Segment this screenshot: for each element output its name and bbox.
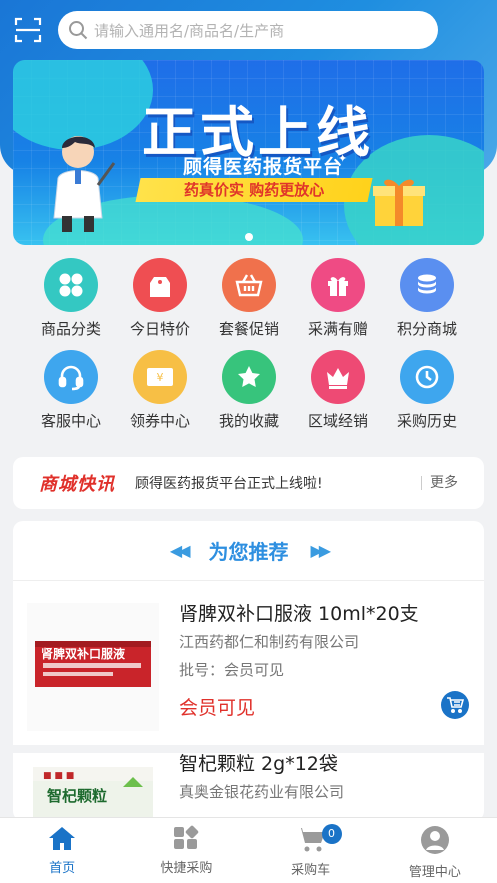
nav-item-package-promo[interactable]: 套餐促销 — [204, 258, 294, 339]
clock-icon — [400, 350, 454, 404]
recommend-section: ◀◀ 为您推荐 ▶▶ 肾脾双补口服液 肾脾双补口服液 10ml*20支 江西药都… — [13, 521, 484, 821]
recommend-title: 为您推荐 — [208, 540, 289, 564]
basket-icon — [222, 258, 276, 312]
nav-label: 积分商城 — [396, 320, 457, 338]
banner-slogan: 药真价实 购药更放心 — [135, 178, 373, 202]
product-name[interactable]: 智杞颗粒 2g*12袋 — [179, 749, 338, 776]
nav-item-points-mall[interactable]: 积分商城 — [382, 258, 472, 339]
svg-text:■ ■ ■: ■ ■ ■ — [43, 771, 74, 781]
svg-text:肾脾双补口服液: 肾脾双补口服液 — [41, 646, 125, 661]
news-ticker[interactable]: 商城快讯 顾得医药报货平台正式上线啦! 更多 — [13, 457, 484, 509]
star-icon — [222, 350, 276, 404]
tab-home[interactable]: 首页 — [0, 818, 124, 883]
nav-label: 客服中心 — [40, 412, 101, 430]
gift-box-illustration — [373, 179, 425, 226]
nav-item-regional-dealer[interactable]: 区域经销 — [293, 350, 383, 431]
tab-quick-purchase[interactable]: 快捷采购 — [124, 818, 248, 883]
product-company: 真奥金银花药业有限公司 — [179, 783, 345, 801]
nav-item-purchase-history[interactable]: 采购历史 — [382, 350, 472, 431]
nav-label: 我的收藏 — [218, 412, 279, 430]
product-price: 会员可见 — [179, 697, 256, 719]
top-header: 请输入通用名/商品名/生产商 — [0, 0, 497, 60]
sparkle-icon: ✦ — [353, 142, 369, 163]
tab-cart[interactable]: 0 采购车 — [249, 818, 373, 883]
search-icon — [69, 21, 88, 40]
coins-icon — [400, 258, 454, 312]
product-image: 肾脾双补口服液 — [27, 603, 159, 731]
product-card[interactable]: ■ ■ ■ 智杞颗粒 智杞颗粒 2g*12袋 真奥金银花药业有限公司 — [13, 753, 484, 821]
coupon-icon: ¥ — [133, 350, 187, 404]
product-company: 江西药都仁和制药有限公司 — [179, 633, 360, 651]
cart-icon — [447, 697, 464, 713]
bottom-tab-bar: 首页 快捷采购 0 采购车 管理中心 — [0, 817, 497, 883]
news-brand-logo: 商城快讯 — [39, 474, 115, 495]
svg-text:智杞颗粒: 智杞颗粒 — [47, 787, 107, 805]
nav-item-my-favorites[interactable]: 我的收藏 — [204, 350, 294, 431]
doctor-illustration — [53, 136, 116, 232]
quick-purchase-icon — [174, 825, 199, 849]
nav-label: 采购历史 — [396, 412, 457, 430]
carousel-dot[interactable] — [244, 233, 253, 241]
double-right-arrow-icon: ▶▶ — [310, 541, 332, 560]
headset-icon — [44, 350, 98, 404]
search-placeholder: 请输入通用名/商品名/生产商 — [94, 21, 285, 40]
svg-text:¥: ¥ — [157, 371, 164, 384]
news-headline[interactable]: 顾得医药报货平台正式上线啦! — [135, 473, 421, 493]
grid-icon — [44, 258, 98, 312]
nav-item-customer-service[interactable]: 客服中心 — [26, 350, 116, 431]
search-input[interactable]: 请输入通用名/商品名/生产商 — [58, 11, 438, 49]
home-icon — [49, 827, 76, 850]
nav-label: 今日特价 — [129, 320, 190, 338]
nav-item-coupon-center[interactable]: ¥ 领券中心 — [115, 350, 205, 431]
add-to-cart-button[interactable] — [441, 691, 469, 719]
crown-icon — [311, 350, 365, 404]
product-name[interactable]: 肾脾双补口服液 10ml*20支 — [179, 599, 419, 626]
nav-item-category[interactable]: 商品分类 — [26, 258, 116, 339]
nav-item-daily-special[interactable]: 今日特价 — [115, 258, 205, 339]
user-icon — [420, 826, 449, 854]
nav-label: 区域经销 — [307, 412, 368, 430]
nav-label: 商品分类 — [40, 320, 101, 338]
tab-management-center[interactable]: 管理中心 — [373, 818, 497, 883]
carousel-dots — [13, 233, 484, 241]
gift-icon — [311, 258, 365, 312]
product-image: ■ ■ ■ 智杞颗粒 — [33, 767, 153, 821]
nav-label: 套餐促销 — [218, 320, 279, 338]
tab-label: 首页 — [49, 861, 76, 876]
tab-label: 快捷采购 — [160, 861, 213, 876]
promo-banner[interactable]: 正式上线 顾得医药报货平台 药真价实 购药更放心 ✦ ✦ — [13, 60, 484, 245]
product-card[interactable]: 肾脾双补口服液 肾脾双补口服液 10ml*20支 江西药都仁和制药有限公司 批号… — [13, 581, 484, 753]
tab-label: 采购车 — [291, 863, 331, 878]
tab-label: 管理中心 — [408, 865, 461, 880]
news-more-link[interactable]: 更多 — [421, 476, 458, 490]
price-tag-icon — [133, 258, 187, 312]
nav-item-purchase-gift[interactable]: 采满有赠 — [293, 258, 383, 339]
nav-label: 采满有赠 — [307, 320, 368, 338]
double-left-arrow-icon: ◀◀ — [169, 541, 191, 560]
cart-count-badge: 0 — [321, 824, 342, 844]
scan-icon[interactable] — [14, 16, 42, 44]
nav-label: 领券中心 — [129, 412, 190, 430]
sparkle-icon: ✦ — [338, 152, 348, 165]
recommend-header: ◀◀ 为您推荐 ▶▶ — [13, 521, 484, 581]
product-batch: 批号：会员可见 — [179, 661, 285, 679]
